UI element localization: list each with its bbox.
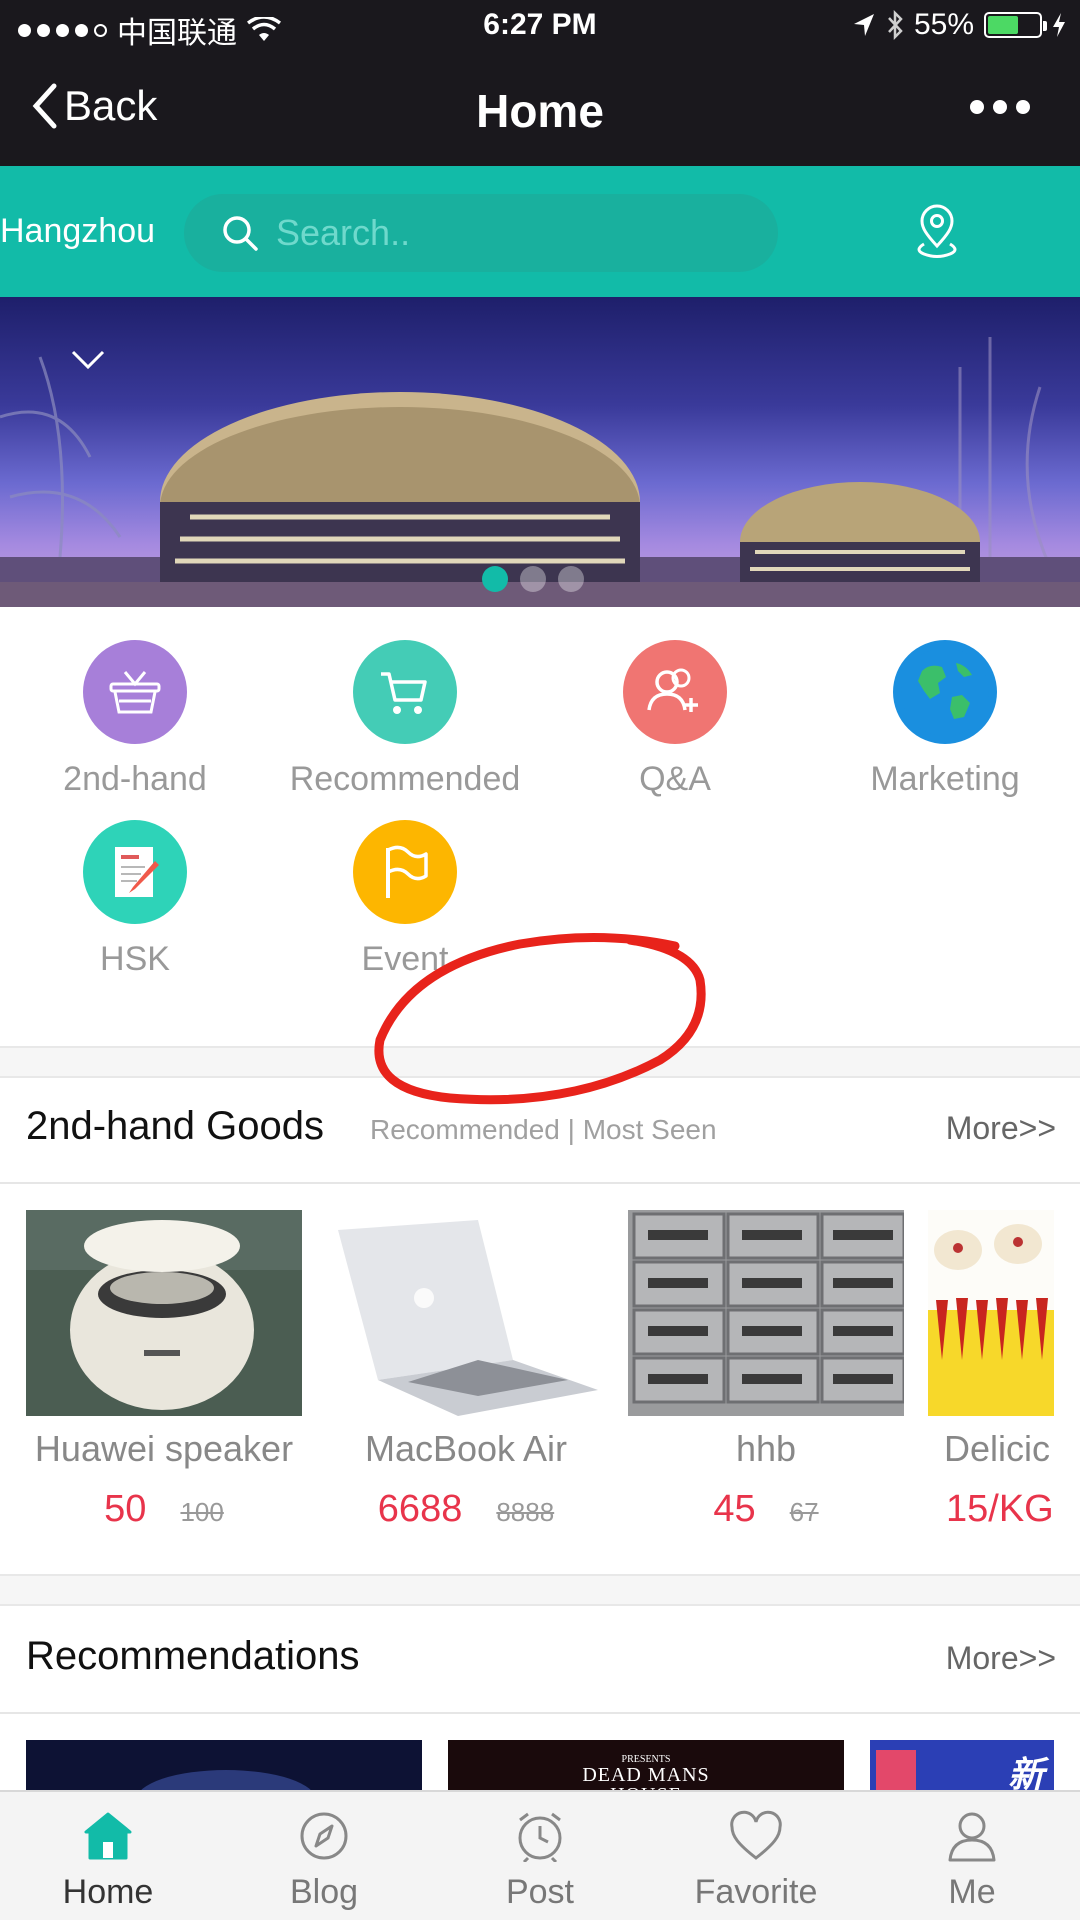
goods-original-price: 100 [180,1497,224,1527]
tab-label: Blog [289,1873,359,1911]
tab-label: Home [62,1873,154,1911]
search-box[interactable] [184,194,778,272]
goods-price: 50 [104,1488,147,1530]
goods-original-price: 8888 [496,1497,555,1527]
pagination-dot[interactable] [558,566,584,592]
red-circle-annotation [374,932,706,1105]
home-icon [84,1812,132,1860]
tab-label: Favorite [694,1873,818,1911]
category-hsk[interactable]: HSK [0,820,270,979]
battery-icon [984,12,1047,38]
goods-name: MacBook Air [364,1428,568,1469]
globe-icon [893,640,997,744]
chevron-down-icon[interactable] [70,349,106,371]
category-label: Marketing [870,760,1020,798]
secondhand-section-title: 2nd-hand Goods [26,1104,325,1148]
goods-item[interactable]: MacBook Air 6688 8888 [328,1210,604,1531]
document-icon [83,820,187,924]
section-divider [0,1574,1080,1606]
goods-name: Delicic [944,1428,1051,1469]
map-pin-icon [917,204,957,258]
goods-item[interactable]: Delicic 15/KG [928,1210,1080,1531]
tab-post[interactable]: Post [432,1792,648,1920]
basket-icon [83,640,187,744]
more-options-button[interactable] [970,100,1030,114]
recommendations-section-title: Recommendations [26,1634,360,1678]
secondhand-section-filters[interactable]: Recommended | Most Seen [370,1114,717,1146]
location-button[interactable] [910,202,964,267]
person-icon [948,1812,996,1862]
app-screen: 中国联通 6:27 PM 55% Back Home Hangzhou Sear… [0,0,1080,1920]
goods-original-price: 67 [789,1497,819,1527]
category-label: Recommended [289,760,521,798]
goods-name: Huawei speaker [34,1428,294,1469]
goods-image [928,1210,1054,1416]
goods-price: 45 [713,1488,756,1530]
category-qa[interactable]: Q&A [540,640,810,799]
category-2nd-hand[interactable]: 2nd-hand [0,640,270,799]
charging-icon [1053,13,1065,37]
heart-icon [730,1810,782,1860]
flag-icon [353,820,457,924]
pagination-dot[interactable] [520,566,546,592]
compass-icon [300,1812,348,1860]
category-marketing[interactable]: Marketing [810,640,1080,799]
goods-price: 15/KG [946,1488,1054,1530]
pagination-dot-active[interactable] [482,566,508,592]
banner-carousel[interactable] [0,297,1080,607]
add-user-icon [623,640,727,744]
section-rule [0,1712,1080,1714]
page-title: Home [476,85,604,137]
alarm-clock-icon [518,1812,562,1864]
goods-item[interactable]: hhb 45 67 [628,1210,904,1531]
tab-home[interactable]: Home [0,1792,216,1920]
goods-image [328,1210,604,1416]
search-bar: Hangzhou [0,166,1080,297]
category-label: Q&A [639,760,711,798]
recommendations-more-link[interactable]: More>> [946,1640,1056,1677]
status-bar: 中国联通 6:27 PM 55% [0,0,1080,54]
goods-price: 6688 [377,1488,463,1530]
search-icon [223,216,258,251]
tab-me[interactable]: Me [864,1792,1080,1920]
tab-favorite[interactable]: Favorite [648,1792,864,1920]
tab-blog[interactable]: Blog [216,1792,432,1920]
recommendation-caption: DEAD MANS [582,1764,710,1786]
goods-image [628,1210,904,1416]
secondhand-more-link[interactable]: More>> [946,1110,1056,1147]
bottom-tab-bar: Home Blog Post Favorite Me [0,1790,1080,1920]
goods-name: hhb [735,1428,797,1469]
section-rule [0,1182,1080,1184]
banner-pagination [482,566,584,592]
city-selector[interactable]: Hangzhou [0,212,155,251]
banner-image [0,337,1080,607]
location-arrow-icon [853,14,874,36]
goods-item[interactable]: Huawei speaker 50 100 [26,1210,302,1531]
tab-label: Post [505,1873,575,1911]
category-label: HSK [100,940,170,978]
category-recommended[interactable]: Recommended [270,640,540,799]
category-label: 2nd-hand [63,760,207,798]
cart-icon [353,640,457,744]
bluetooth-icon [888,10,903,40]
battery-percent: 55% [913,8,974,41]
goods-image [26,1210,302,1416]
tab-label: Me [948,1873,996,1911]
search-input[interactable] [276,212,756,254]
navigation-bar: Back Home [0,54,1080,166]
